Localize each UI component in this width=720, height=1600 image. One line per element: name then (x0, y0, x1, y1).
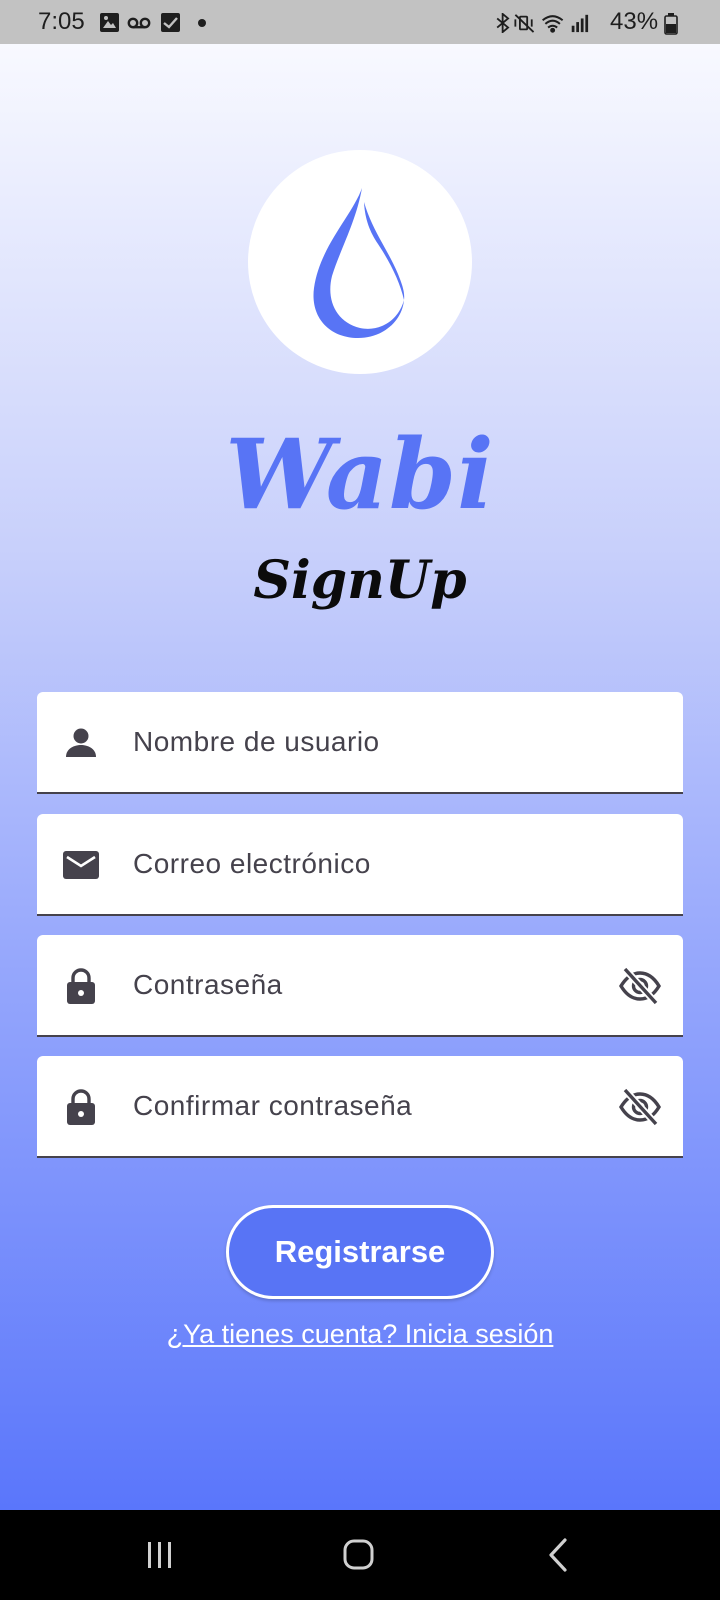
password-input[interactable] (133, 935, 573, 1035)
eye-off-icon[interactable] (619, 1086, 661, 1128)
confirm-password-field[interactable] (37, 1056, 683, 1158)
home-button[interactable] (300, 1510, 420, 1600)
vibrate-mute-icon (514, 14, 535, 33)
username-input[interactable] (133, 692, 573, 792)
battery-icon (664, 13, 678, 35)
app-title: Wabi (225, 418, 495, 531)
status-bar: 7:05 43% (0, 0, 720, 44)
signup-screen: Wabi SignUp Nombre de usuario Correo ele… (0, 44, 720, 1510)
password-field[interactable] (37, 935, 683, 1037)
person-icon (66, 728, 96, 757)
navigation-bar (0, 1510, 720, 1600)
app-logo (248, 150, 472, 374)
recents-icon (148, 1542, 171, 1568)
water-drop-icon (313, 188, 405, 338)
mail-icon (63, 851, 99, 879)
recents-button[interactable] (100, 1510, 220, 1600)
register-button[interactable]: Registrarse (226, 1205, 494, 1299)
home-icon (343, 1539, 374, 1570)
back-button[interactable] (505, 1510, 625, 1600)
image-icon (100, 13, 119, 32)
confirm-password-input[interactable] (133, 1056, 573, 1156)
email-field[interactable] (37, 814, 683, 916)
lock-icon (67, 1089, 95, 1125)
wifi-icon (542, 15, 564, 33)
login-link[interactable]: ¿Ya tienes cuenta? Inicia sesión (0, 1316, 720, 1352)
status-time: 7:05 (38, 8, 85, 35)
dot-icon (198, 19, 206, 27)
bluetooth-icon (496, 13, 510, 33)
status-left-icons (100, 13, 206, 32)
battery-percent: 43% (610, 8, 659, 35)
status-right-icons (496, 13, 589, 33)
page-subtitle: SignUp (253, 550, 467, 611)
voicemail-icon (127, 17, 151, 29)
lock-icon (67, 968, 95, 1004)
username-field[interactable] (37, 692, 683, 794)
eye-off-icon[interactable] (619, 965, 661, 1007)
email-input[interactable] (133, 814, 573, 914)
signal-icon (571, 14, 589, 33)
checkbox-icon (161, 13, 180, 32)
back-icon (549, 1538, 567, 1572)
